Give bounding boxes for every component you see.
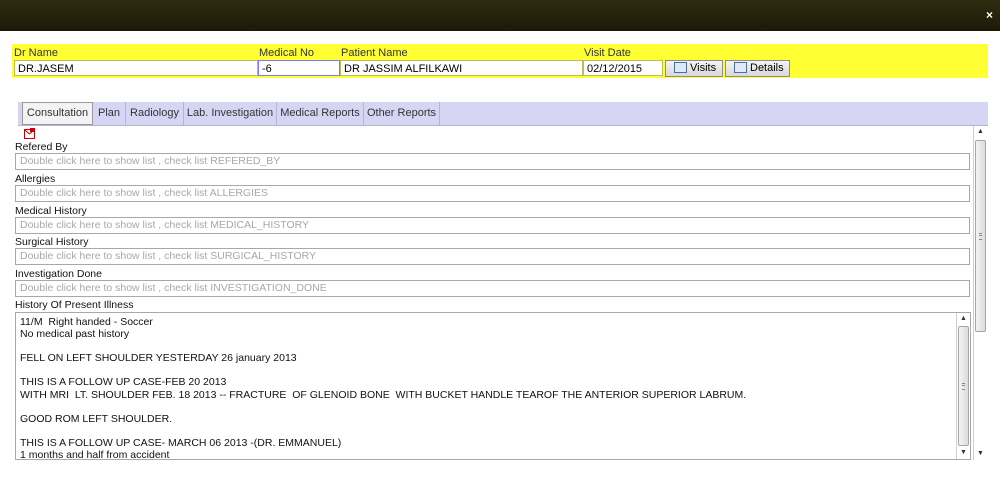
visits-button-label: Visits <box>690 62 717 74</box>
window-title-bar: × <box>0 0 1000 31</box>
visit-date-field[interactable]: 02/12/2015 <box>583 60 663 76</box>
tab-medical-reports[interactable]: Medical Reports <box>277 102 364 125</box>
calendar-grid-icon <box>674 61 687 73</box>
close-icon[interactable]: × <box>986 9 993 21</box>
page-scroll-down-arrow-icon[interactable]: ▼ <box>974 448 987 460</box>
refered-by-label: Refered By <box>15 141 68 153</box>
details-grid-icon <box>734 61 747 73</box>
surgical-history-list[interactable]: Double click here to show list , check l… <box>15 248 970 265</box>
visits-button[interactable]: Visits <box>665 60 723 77</box>
pdf-print-icon[interactable] <box>24 128 35 139</box>
tab-plan[interactable]: Plan <box>93 102 126 125</box>
investigation-done-list[interactable]: Double click here to show list , check l… <box>15 280 970 297</box>
details-button-label: Details <box>750 62 784 74</box>
details-button[interactable]: Details <box>725 60 790 77</box>
scroll-down-arrow-icon[interactable]: ▼ <box>957 447 970 459</box>
tab-consultation[interactable]: Consultation <box>22 102 93 125</box>
surgical-history-label: Surgical History <box>15 236 89 248</box>
page-scrollbar[interactable]: ▲ ▼ <box>973 126 987 460</box>
tab-strip: Consultation Plan Radiology Lab. Investi… <box>18 102 988 126</box>
allergies-list[interactable]: Double click here to show list , check l… <box>15 185 970 202</box>
medical-history-label: Medical History <box>15 205 87 217</box>
tab-other-reports[interactable]: Other Reports <box>364 102 440 125</box>
history-present-illness-label: History Of Present Illness <box>15 299 134 311</box>
medical-no-field[interactable]: -6 <box>258 60 340 76</box>
investigation-done-label: Investigation Done <box>15 268 102 280</box>
scroll-up-arrow-icon[interactable]: ▲ <box>957 313 970 325</box>
patient-name-label: Patient Name <box>341 47 408 59</box>
dr-name-label: Dr Name <box>14 47 59 59</box>
history-scroll-thumb[interactable] <box>958 326 969 446</box>
allergies-label: Allergies <box>15 173 56 185</box>
dr-name-field[interactable]: DR.JASEM <box>14 60 258 76</box>
page-scroll-up-arrow-icon[interactable]: ▲ <box>974 126 987 138</box>
refered-by-list[interactable]: Double click here to show list , check l… <box>15 153 970 170</box>
history-present-illness-textarea[interactable]: 11/M Right handed - Soccer No medical pa… <box>15 312 971 460</box>
visit-date-label: Visit Date <box>584 47 631 59</box>
medical-history-list[interactable]: Double click here to show list , check l… <box>15 217 970 234</box>
history-present-illness-text[interactable]: 11/M Right handed - Soccer No medical pa… <box>20 316 950 459</box>
history-scrollbar[interactable]: ▲ ▼ <box>956 313 970 459</box>
tab-lab-investigation[interactable]: Lab. Investigation <box>184 102 277 125</box>
page-scroll-thumb[interactable] <box>975 140 986 332</box>
patient-info-bar: Dr Name DR.JASEM Medical No -6 Patient N… <box>12 44 988 78</box>
medical-no-label: Medical No <box>259 47 315 59</box>
patient-name-field[interactable]: DR JASSIM ALFILKAWI <box>340 60 583 76</box>
tab-radiology[interactable]: Radiology <box>126 102 184 125</box>
